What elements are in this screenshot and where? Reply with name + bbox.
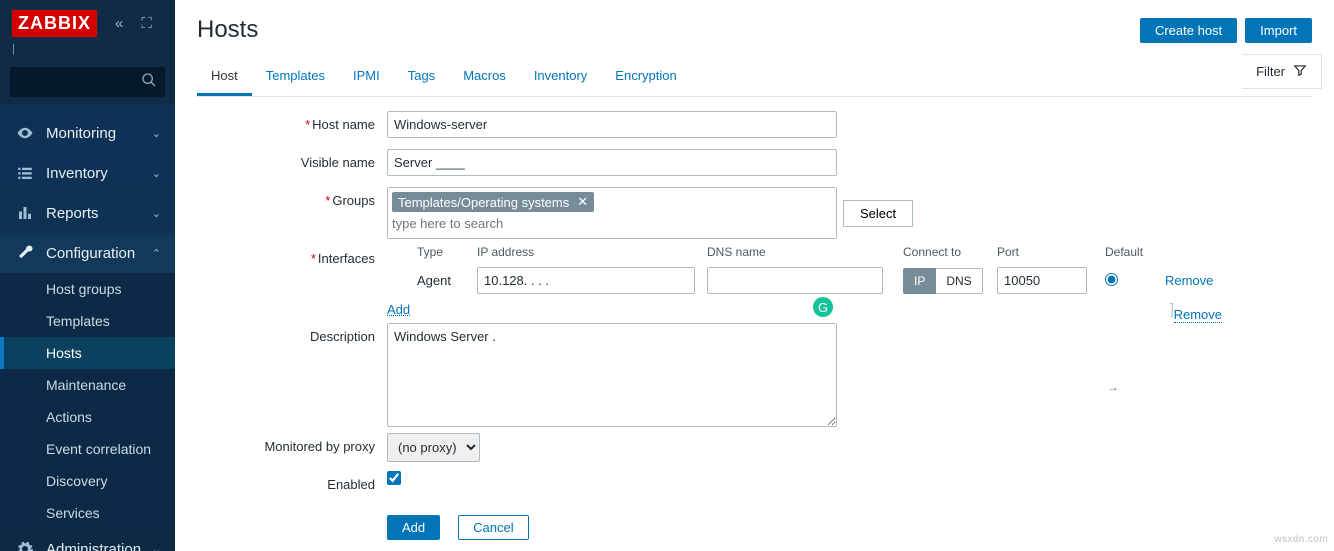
sidebar-sub-host-groups[interactable]: Host groups [0,273,175,305]
group-chip-label: Templates/Operating systems [398,195,569,210]
iface-ip-input[interactable] [477,267,695,294]
sidebar-item-label: Configuration [46,245,152,262]
search-icon [141,72,157,93]
label-interfaces: *Interfaces [197,245,387,266]
remove-chip-icon[interactable]: ✕ [577,194,588,210]
iface-default-radio[interactable] [1105,273,1118,286]
proxy-select[interactable]: (no proxy) [387,433,480,462]
sidebar-sub-templates[interactable]: Templates [0,305,175,337]
label-groups: *Groups [197,187,387,208]
connect-dns-button[interactable]: DNS [936,268,982,294]
tab-templates[interactable]: Templates [252,58,339,96]
gear-icon [14,540,36,551]
tab-host[interactable]: Host [197,58,252,96]
tab-macros[interactable]: Macros [449,58,520,96]
sidebar-sub-hosts[interactable]: Hosts [0,337,175,369]
sidebar-item-configuration[interactable]: Configuration ⌃ [0,233,175,273]
cancel-button[interactable]: Cancel [458,515,528,540]
iface-col-ip: IP address [477,245,707,259]
sidebar-item-monitoring[interactable]: Monitoring ⌄ [0,113,175,153]
tab-inventory[interactable]: Inventory [520,58,601,96]
host-form: ] Remove *Host name Visible name *Groups… [175,97,1334,551]
sidebar-item-label: Reports [46,205,152,222]
page-title: Hosts [197,16,1140,44]
create-host-button[interactable]: Create host [1140,18,1237,43]
sidebar-sub-services[interactable]: Services [0,497,175,529]
iface-col-port: Port [997,245,1105,259]
stray-remove-link[interactable]: Remove [1174,307,1222,323]
iface-col-dns: DNS name [707,245,903,259]
groups-multiselect[interactable]: Templates/Operating systems ✕ [387,187,837,239]
hostname-input[interactable] [387,111,837,138]
sidebar-sub-maintenance[interactable]: Maintenance [0,369,175,401]
list-icon [14,164,36,182]
sidebar-item-administration[interactable]: Administration ⌄ [0,529,175,551]
iface-add-link[interactable]: Add [387,302,410,317]
wrench-icon [14,244,36,262]
import-button[interactable]: Import [1245,18,1312,43]
chevron-down-icon: ⌄ [152,167,161,180]
add-button[interactable]: Add [387,515,440,540]
iface-header-row: Type IP address DNS name Connect to Port… [387,245,1312,265]
tab-tags[interactable]: Tags [394,58,449,96]
iface-col-type: Type [417,245,477,259]
label-visiblename: Visible name [197,149,387,170]
sidebar-item-inventory[interactable]: Inventory ⌄ [0,153,175,193]
sidebar-indicator: | [0,43,175,59]
iface-port-input[interactable] [997,267,1087,294]
brand-logo[interactable]: ZABBIX [12,10,97,37]
tab-ipmi[interactable]: IPMI [339,58,394,96]
subnav-configuration: Host groups Templates Hosts Maintenance … [0,273,175,529]
description-textarea[interactable]: Windows Server . [387,323,837,427]
chevron-down-icon: ⌄ [152,207,161,220]
iface-row: Agent IP DNS Remove [387,267,1312,294]
sidebar-item-label: Monitoring [46,125,152,142]
iface-type: Agent [417,273,477,288]
form-actions: Add Cancel [387,509,1312,540]
collapse-sidebar-icon[interactable]: « [115,15,123,32]
sidebar-top: ZABBIX « ⛶ [0,0,175,43]
sidebar-item-label: Inventory [46,165,152,182]
tab-encryption[interactable]: Encryption [601,58,690,96]
filter-icon [1293,63,1307,80]
topbar: Hosts Create host Import [175,0,1334,48]
sidebar-item-reports[interactable]: Reports ⌄ [0,193,175,233]
chevron-up-icon: ⌃ [152,247,161,260]
sidebar-sub-actions[interactable]: Actions [0,401,175,433]
chevron-down-icon: ⌄ [152,127,161,140]
iface-col-default: Default [1105,245,1165,259]
sidebar: ZABBIX « ⛶ | Monitoring ⌄ Inventory ⌄ [0,0,175,551]
eye-icon [14,124,36,142]
visiblename-input[interactable] [387,149,837,176]
label-description: Description [197,323,387,344]
fullscreen-icon[interactable]: ⛶ [141,15,152,32]
group-chip: Templates/Operating systems ✕ [392,192,594,212]
chevron-down-icon: ⌄ [152,543,161,551]
groups-search-input[interactable] [392,216,832,231]
iface-dns-input[interactable] [707,267,883,294]
iface-col-conn: Connect to [903,245,997,259]
chart-icon [14,204,36,222]
filter-toggle[interactable]: Filter [1242,54,1322,89]
label-hostname: *Host name [197,111,387,132]
label-enabled: Enabled [197,471,387,492]
watermark: wsxdn.com [1274,534,1328,545]
enabled-checkbox[interactable] [387,471,401,485]
sidebar-sub-event-correlation[interactable]: Event correlation [0,433,175,465]
sidebar-search [0,59,175,105]
label-proxy: Monitored by proxy [197,433,387,454]
sidebar-item-label: Administration [46,541,152,551]
groups-select-button[interactable]: Select [843,200,913,227]
filter-label: Filter [1256,64,1285,79]
connect-ip-button[interactable]: IP [903,268,936,294]
sidebar-sub-discovery[interactable]: Discovery [0,465,175,497]
search-input[interactable] [10,67,165,97]
iface-remove-link[interactable]: Remove [1165,273,1213,288]
sidebar-nav: Monitoring ⌄ Inventory ⌄ Reports ⌄ Confi… [0,105,175,551]
main: Hosts Create host Import Filter Host Tem… [175,0,1334,551]
tabs: Host Templates IPMI Tags Macros Inventor… [197,58,1312,97]
